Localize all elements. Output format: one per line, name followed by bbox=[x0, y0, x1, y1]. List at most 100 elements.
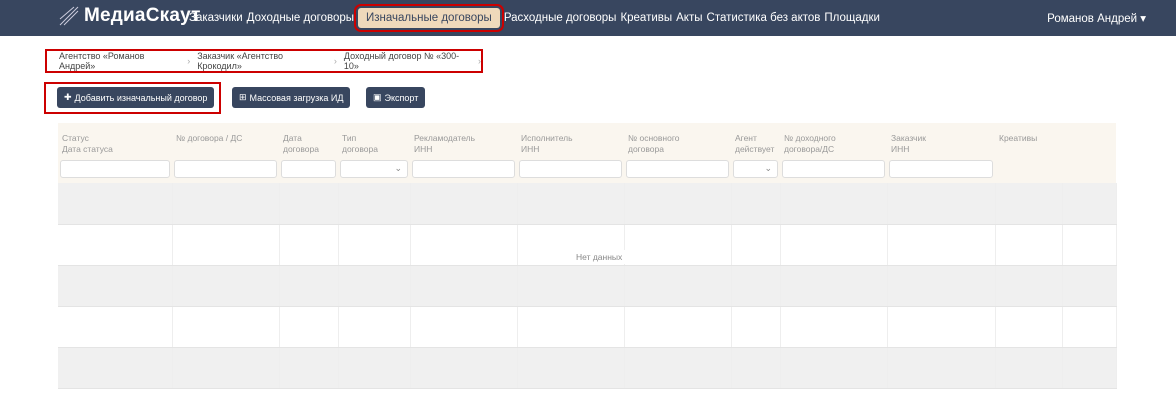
table-cell bbox=[410, 306, 518, 348]
bulk-upload-button[interactable]: ⊞ Массовая загрузка ИД bbox=[232, 87, 351, 108]
column-header[interactable]: Дата договора bbox=[279, 123, 338, 158]
table-cell bbox=[58, 347, 173, 389]
brand-name: МедиаСкаут bbox=[84, 5, 201, 26]
add-initial-contract-button[interactable]: ✚ Добавить изначальный договор bbox=[57, 87, 215, 108]
table-cell bbox=[995, 183, 1063, 225]
nav-initial-contracts[interactable]: Изначальные договоры bbox=[354, 4, 504, 32]
table-cell bbox=[410, 347, 518, 389]
nav-acts[interactable]: Акты bbox=[676, 12, 702, 24]
table-cell bbox=[731, 347, 781, 389]
column-header[interactable]: № договора / ДС bbox=[172, 123, 279, 158]
nav-expense-contracts[interactable]: Расходные договоры bbox=[504, 12, 617, 24]
filter-input[interactable] bbox=[626, 159, 729, 178]
table-cell bbox=[731, 306, 781, 348]
table-cell bbox=[995, 224, 1063, 266]
column-header[interactable]: № доходного договора/ДС bbox=[780, 123, 887, 158]
filter-cell: ⌄ bbox=[338, 158, 410, 183]
chevron-down-icon: ⌄ bbox=[394, 162, 402, 173]
column-header[interactable]: Рекламодатель ИНН bbox=[410, 123, 517, 158]
table-cell bbox=[887, 306, 996, 348]
column-header-label: Статус bbox=[62, 133, 89, 143]
column-header[interactable]: Тип договора bbox=[338, 123, 410, 158]
table-row bbox=[58, 347, 1117, 389]
table-cell bbox=[624, 183, 732, 225]
table-cell bbox=[172, 224, 280, 266]
table-cell bbox=[172, 265, 280, 307]
logo-icon bbox=[59, 6, 79, 26]
column-header-label: Дата bbox=[283, 133, 302, 143]
breadcrumb-contract[interactable]: Доходный договор № «300-10» bbox=[344, 51, 471, 71]
filter-cell bbox=[172, 158, 279, 183]
column-header-label: № основного bbox=[628, 133, 680, 143]
table-cell bbox=[410, 224, 518, 266]
table-cell bbox=[780, 306, 888, 348]
plus-icon: ✚ bbox=[64, 92, 72, 102]
table-cell bbox=[58, 183, 173, 225]
filter-input[interactable] bbox=[60, 159, 170, 178]
table-cell bbox=[279, 306, 339, 348]
filter-cell bbox=[517, 158, 624, 183]
user-menu[interactable]: Романов Андрей ▾ bbox=[1047, 11, 1146, 25]
nav-creatives[interactable]: Креативы bbox=[620, 12, 672, 24]
filter-input[interactable] bbox=[281, 159, 336, 178]
nav-income-contracts[interactable]: Доходные договоры bbox=[247, 12, 354, 24]
filter-input[interactable] bbox=[782, 159, 885, 178]
table-cell bbox=[338, 347, 411, 389]
nav-customers[interactable]: Заказчики bbox=[189, 12, 243, 24]
nav-stats[interactable]: Статистика без актов bbox=[707, 12, 821, 24]
filter-input[interactable] bbox=[519, 159, 622, 178]
column-header[interactable]: № основного договора bbox=[624, 123, 731, 158]
column-header[interactable]: Заказчик ИНН bbox=[887, 123, 995, 158]
column-header[interactable]: Креативы bbox=[995, 123, 1062, 158]
breadcrumb-agency[interactable]: Агентство «Романов Андрей» bbox=[59, 51, 180, 71]
table-cell bbox=[410, 265, 518, 307]
column-header[interactable]: Агент действует bbox=[731, 123, 780, 158]
chevron-right-icon: › bbox=[187, 56, 191, 66]
empty-message: Нет данных bbox=[564, 250, 635, 264]
table-cell bbox=[1062, 183, 1117, 225]
table-cell bbox=[279, 224, 339, 266]
column-header-label: ИНН bbox=[414, 144, 433, 154]
filter-input[interactable] bbox=[174, 159, 277, 178]
export-button[interactable]: ▣ Экспорт bbox=[366, 87, 426, 108]
filter-cell bbox=[279, 158, 338, 183]
plus-square-icon: ⊞ bbox=[239, 92, 247, 102]
column-header-label: Агент bbox=[735, 133, 757, 143]
chevron-down-icon: ⌄ bbox=[764, 162, 772, 173]
column-header-label: ИНН bbox=[521, 144, 540, 154]
column-header[interactable] bbox=[1062, 123, 1116, 158]
table-cell bbox=[731, 224, 781, 266]
table-cell bbox=[624, 347, 732, 389]
filter-input[interactable] bbox=[412, 159, 515, 178]
column-header-label: ИНН bbox=[891, 144, 910, 154]
filter-input[interactable] bbox=[889, 159, 993, 178]
table-row bbox=[58, 265, 1117, 307]
filter-select[interactable]: ⌄ bbox=[733, 159, 778, 178]
filter-select[interactable]: ⌄ bbox=[340, 159, 408, 178]
column-header[interactable]: Исполнитель ИНН bbox=[517, 123, 624, 158]
filter-cell bbox=[887, 158, 995, 183]
table-cell bbox=[517, 183, 625, 225]
table-cell bbox=[338, 183, 411, 225]
table-cell bbox=[279, 183, 339, 225]
filter-cell bbox=[1062, 158, 1116, 183]
table-cell bbox=[995, 306, 1063, 348]
nav-platforms[interactable]: Площадки bbox=[824, 12, 880, 24]
table-cell bbox=[517, 265, 625, 307]
table-cell bbox=[172, 347, 280, 389]
column-header-label: действует bbox=[735, 144, 775, 154]
breadcrumb-customer[interactable]: Заказчик «Агентство Крокодил» bbox=[197, 51, 327, 71]
column-header[interactable]: Статус Дата статуса bbox=[58, 123, 172, 158]
table-cell bbox=[780, 265, 888, 307]
table-cell bbox=[338, 306, 411, 348]
table-cell bbox=[517, 347, 625, 389]
table-cell bbox=[780, 347, 888, 389]
table-row bbox=[58, 183, 1117, 225]
table-cell bbox=[624, 224, 732, 266]
table-cell bbox=[172, 306, 280, 348]
filter-cell bbox=[624, 158, 731, 183]
table-cell bbox=[887, 347, 996, 389]
chevron-right-icon: › bbox=[333, 56, 337, 66]
brand-logo[interactable]: МедиаСкаут bbox=[58, 5, 201, 27]
table-cell bbox=[172, 183, 280, 225]
